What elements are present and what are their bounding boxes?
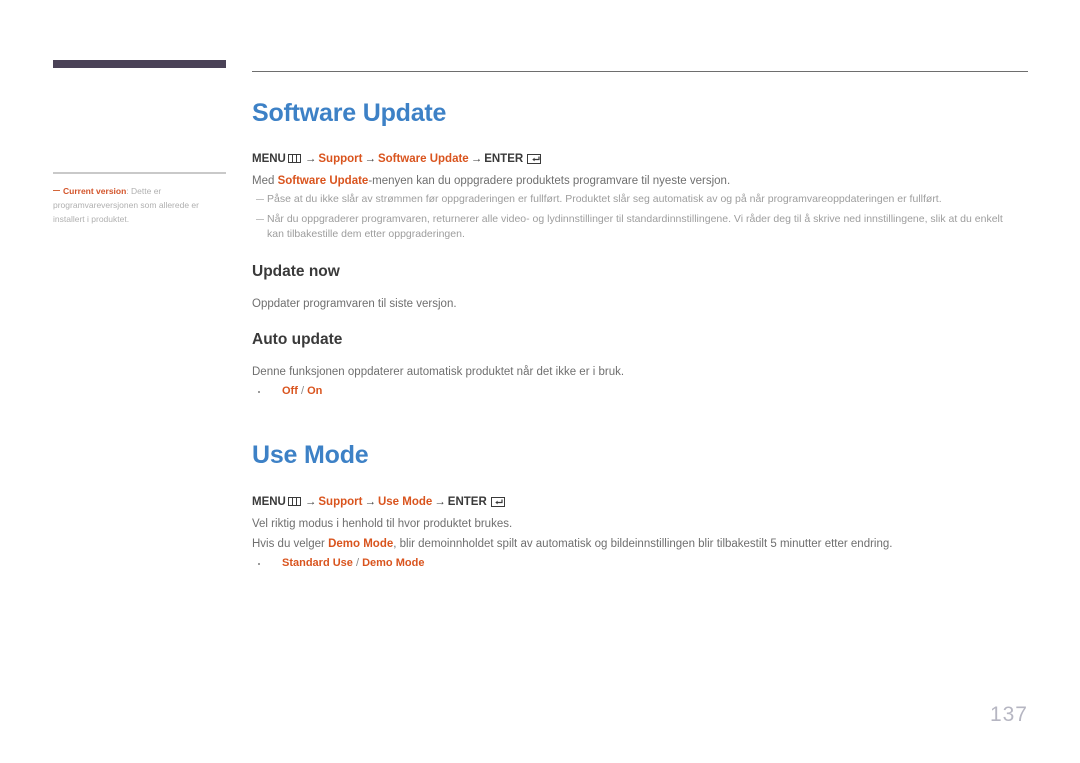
option-on: On bbox=[307, 385, 323, 397]
option-separator: / bbox=[352, 557, 363, 569]
software-update-intro: Med Software Update-menyen kan du oppgra… bbox=[252, 173, 730, 189]
note-dash-icon bbox=[256, 219, 264, 221]
use-mode-options: Standard Use / Demo Mode bbox=[256, 557, 424, 569]
header-rule bbox=[252, 71, 1028, 72]
breadcrumb-item-software-update: Software Update bbox=[377, 153, 469, 165]
auto-update-body: Denne funksjonen oppdaterer automatisk p… bbox=[252, 366, 625, 378]
use-mode-body-2: Hvis du velger Demo Mode, blir demoinnho… bbox=[252, 536, 892, 552]
breadcrumb-software-update: MENU → Support → Software Update → ENTER bbox=[252, 153, 542, 165]
breadcrumb-item-use-mode: Use Mode bbox=[377, 496, 433, 508]
sidebar-divider bbox=[53, 172, 226, 174]
enter-return-icon bbox=[490, 496, 505, 507]
breadcrumb-item-support: Support bbox=[318, 496, 363, 508]
option-item[interactable]: Standard Use / Demo Mode bbox=[256, 557, 424, 569]
breadcrumb-arrow-3: → bbox=[470, 153, 483, 165]
auto-update-options: Off / On bbox=[256, 385, 322, 397]
breadcrumb-arrow-1: → bbox=[304, 496, 317, 508]
breadcrumb-enter-label: ENTER bbox=[484, 153, 524, 165]
body2-accent: Demo Mode bbox=[328, 538, 394, 550]
option-standard-use: Standard Use bbox=[282, 557, 353, 569]
breadcrumb-arrow-2: → bbox=[364, 496, 376, 508]
sidebar: Current version: Dette er programvarever… bbox=[53, 60, 226, 224]
breadcrumb-arrow-3: → bbox=[434, 496, 446, 508]
breadcrumb-item-support: Support bbox=[318, 153, 363, 165]
brand-bar bbox=[53, 60, 226, 68]
sidebar-note: Current version: Dette er programvarever… bbox=[53, 184, 226, 226]
breadcrumb-arrow-2: → bbox=[364, 153, 376, 165]
software-update-note-1: Påse at du ikke slår av strømmen før opp… bbox=[256, 192, 1027, 207]
body2-suffix: , blir demoinnholdet spilt av automatisk… bbox=[393, 538, 893, 550]
sidebar-note-term: Current version bbox=[63, 186, 127, 196]
breadcrumb-menu-label: MENU bbox=[252, 153, 286, 165]
menu-grid-icon bbox=[287, 154, 301, 163]
intro-prefix: Med bbox=[252, 175, 278, 187]
body2-prefix: Hvis du velger bbox=[252, 538, 329, 550]
option-separator: / bbox=[297, 385, 308, 397]
document-page: Current version: Dette er programvarever… bbox=[0, 0, 1080, 763]
intro-accent: Software Update bbox=[277, 175, 369, 187]
subsection-title-auto-update: Auto update bbox=[252, 331, 343, 348]
option-demo-mode: Demo Mode bbox=[362, 557, 425, 569]
note-dash-icon bbox=[53, 190, 60, 191]
use-mode-body-1: Vel riktig modus i henhold til hvor prod… bbox=[252, 518, 513, 530]
update-now-body: Oppdater programvaren til siste versjon. bbox=[252, 298, 457, 310]
section-title-software-update: Software Update bbox=[252, 99, 447, 127]
enter-return-icon bbox=[527, 153, 542, 164]
note-text: Påse at du ikke slår av strømmen før opp… bbox=[267, 193, 942, 205]
section-title-use-mode: Use Mode bbox=[252, 441, 369, 469]
option-item[interactable]: Off / On bbox=[256, 385, 322, 397]
breadcrumb-menu-label: MENU bbox=[252, 496, 286, 508]
subsection-title-update-now: Update now bbox=[252, 263, 340, 280]
intro-suffix: -menyen kan du oppgradere produktets pro… bbox=[368, 175, 731, 187]
software-update-note-2: Når du oppgraderer programvaren, returne… bbox=[256, 212, 1015, 242]
option-off: Off bbox=[282, 385, 298, 397]
menu-grid-icon bbox=[287, 497, 301, 506]
breadcrumb-use-mode: MENU → Support → Use Mode → ENTER bbox=[252, 496, 505, 508]
breadcrumb-arrow-1: → bbox=[304, 153, 317, 165]
note-dash-icon bbox=[256, 199, 264, 201]
note-text: Når du oppgraderer programvaren, returne… bbox=[267, 213, 1003, 240]
breadcrumb-enter-label: ENTER bbox=[447, 496, 487, 508]
page-number: 137 bbox=[989, 703, 1028, 726]
